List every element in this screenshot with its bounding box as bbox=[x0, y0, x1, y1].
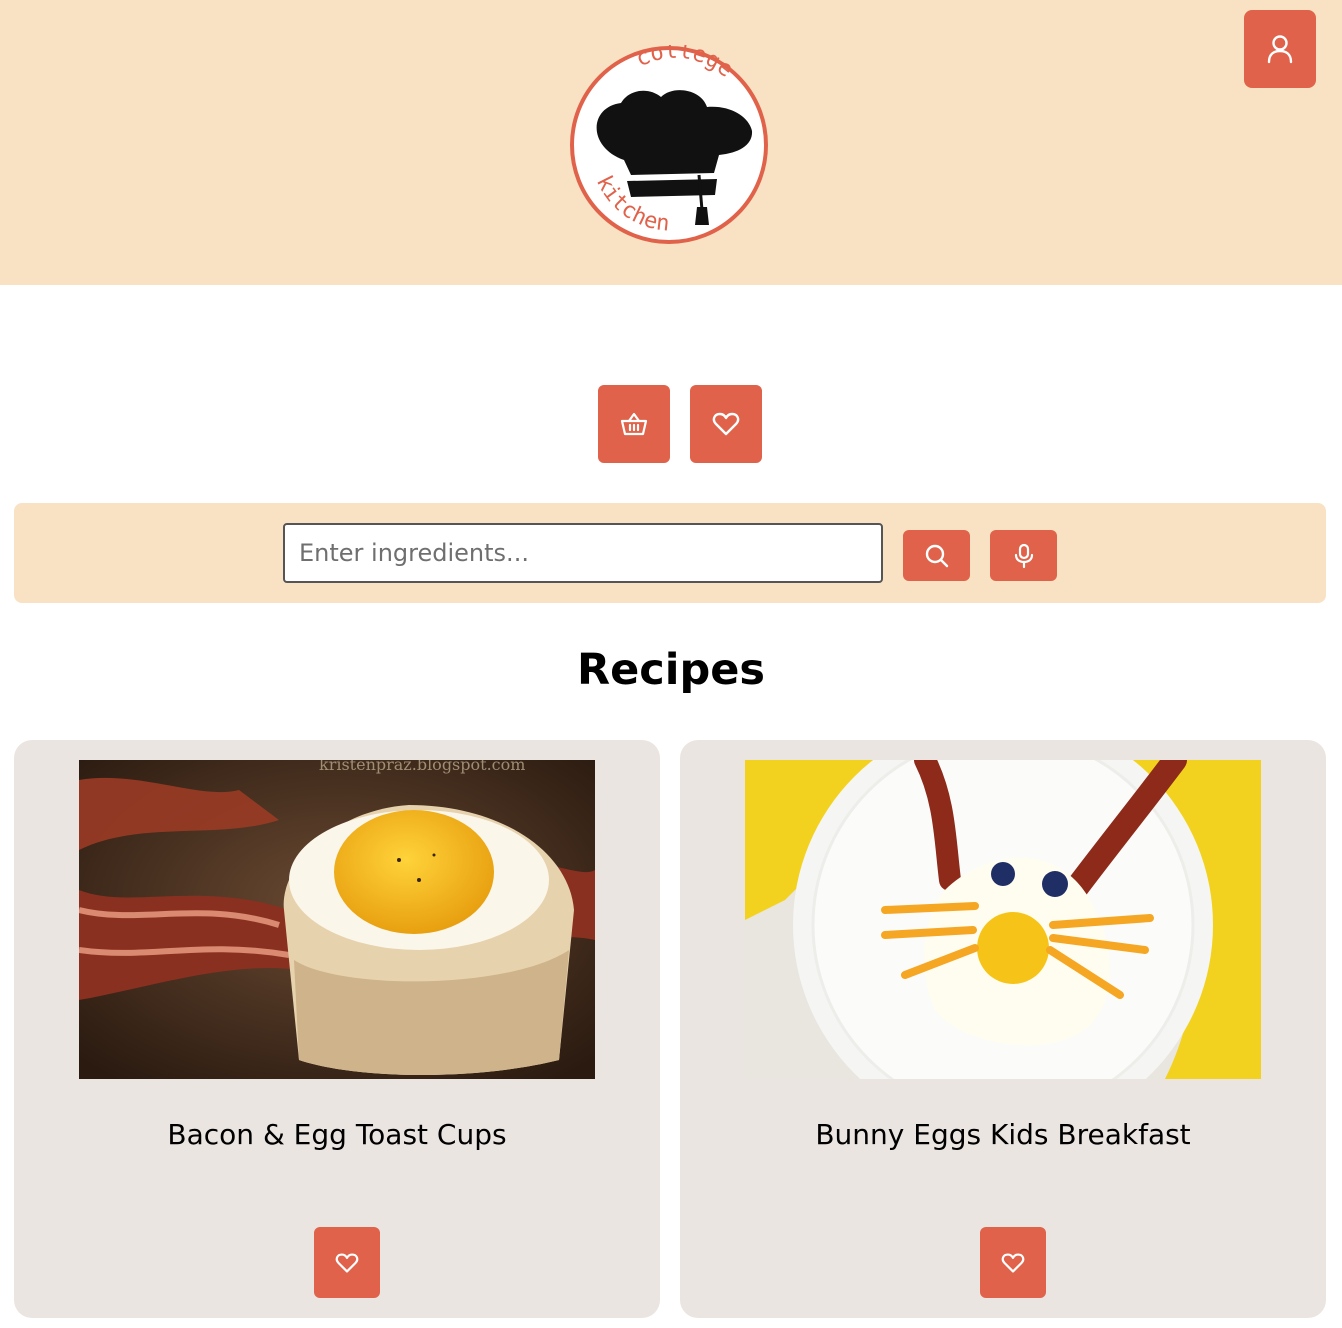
microphone-icon bbox=[1014, 543, 1033, 568]
heart-icon bbox=[712, 412, 740, 436]
recipe-title[interactable]: Bacon & Egg Toast Cups bbox=[14, 1118, 660, 1151]
search-button[interactable] bbox=[903, 530, 970, 581]
heart-icon bbox=[1001, 1252, 1025, 1273]
recipes-heading: Recipes bbox=[576, 645, 766, 695]
recipe-card[interactable]: Bunny Eggs Kids Breakfast bbox=[680, 740, 1326, 1318]
basket-button[interactable] bbox=[598, 385, 670, 463]
recipe-favorite-button[interactable] bbox=[314, 1227, 380, 1298]
microphone-button[interactable] bbox=[990, 530, 1057, 581]
image-watermark: kristenpraz.blogspot.com bbox=[319, 760, 525, 774]
recipe-card[interactable]: kristenpraz.blogspot.com Bacon & Egg Toa… bbox=[14, 740, 660, 1318]
header: college kitchen bbox=[0, 0, 1342, 285]
basket-icon bbox=[620, 412, 648, 436]
user-icon bbox=[1267, 35, 1293, 64]
recipe-image-bunny-eggs-kids-breakfast[interactable] bbox=[745, 760, 1261, 1079]
college-kitchen-logo[interactable]: college kitchen bbox=[569, 45, 769, 245]
recipe-title[interactable]: Bunny Eggs Kids Breakfast bbox=[680, 1118, 1326, 1151]
recipe-favorite-button[interactable] bbox=[980, 1227, 1046, 1298]
favorites-button[interactable] bbox=[690, 385, 762, 463]
recipe-image-bacon-egg-toast-cups[interactable]: kristenpraz.blogspot.com bbox=[79, 760, 595, 1079]
profile-button[interactable] bbox=[1244, 10, 1316, 88]
heart-icon bbox=[335, 1252, 359, 1273]
ingredients-search-input[interactable] bbox=[283, 523, 883, 583]
search-icon bbox=[925, 544, 948, 567]
